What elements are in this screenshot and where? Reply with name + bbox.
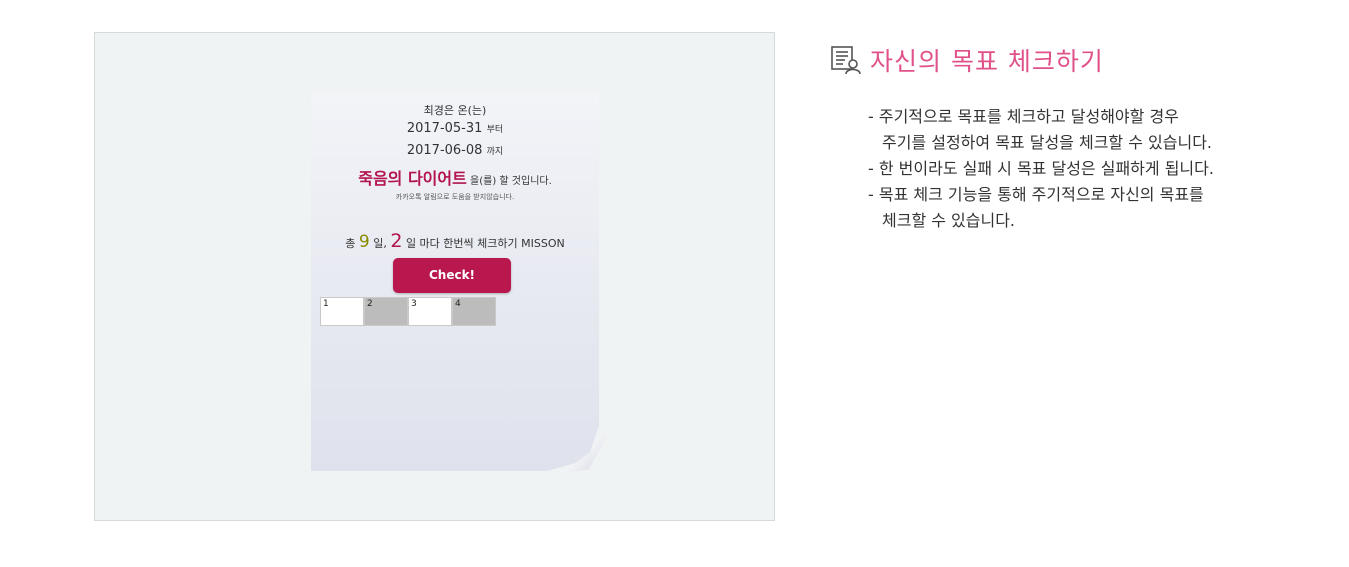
- diet-title: 죽음의 다이어트: [358, 169, 467, 188]
- check-cell[interactable]: 3: [408, 297, 452, 326]
- description-line: 주기를 설정하여 목표 달성을 체크할 수 있습니다.: [882, 133, 1213, 152]
- start-date-line: 2017-05-31 부터: [311, 121, 599, 136]
- kakao-notice: 카카오톡 알림으로 도움을 받지않습니다.: [395, 193, 515, 201]
- description-line: - 주기적으로 목표를 체크하고 달성해야할 경우: [868, 107, 1179, 126]
- total-days: 9: [358, 232, 370, 252]
- user-line: 최경은 온(는): [423, 104, 487, 117]
- check-grid: 1 2 3 4: [320, 297, 496, 326]
- section-header: 자신의 목표 체크하기: [830, 42, 1104, 78]
- diet-suffix: 을(를) 할 것입니다.: [470, 176, 552, 187]
- check-interval: 2: [390, 230, 403, 252]
- checklist-user-icon: [831, 46, 861, 75]
- mission-line: 총 9 일, 2 일 마다 한번씩 체크하기 MISSON: [311, 230, 599, 252]
- goal-paper: 최경은 온(는) 2017-05-31 부터 2017-06-08 까지 죽음의…: [311, 93, 599, 471]
- section-title: 자신의 목표 체크하기: [870, 47, 1104, 76]
- days-separator: 일,: [373, 237, 387, 250]
- end-suffix: 까지: [486, 147, 504, 157]
- description-line: - 목표 체크 기능을 통해 주기적으로 자신의 목표를: [868, 185, 1204, 204]
- start-suffix: 부터: [486, 125, 504, 135]
- end-date: 2017-06-08: [406, 143, 483, 158]
- preview-frame: 최경은 온(는) 2017-05-31 부터 2017-06-08 까지 죽음의…: [94, 32, 775, 521]
- diet-line: 죽음의 다이어트 을(를) 할 것입니다.: [311, 165, 599, 189]
- start-date: 2017-05-31: [406, 121, 483, 136]
- mission-suffix: 일 마다 한번씩 체크하기 MISSON: [405, 237, 565, 250]
- mission-prefix: 총: [345, 237, 356, 250]
- description-line: 체크할 수 있습니다.: [882, 211, 1016, 230]
- check-cell[interactable]: 2: [364, 297, 408, 326]
- check-cell[interactable]: 1: [320, 297, 364, 326]
- check-cell[interactable]: 4: [452, 297, 496, 326]
- end-date-line: 2017-06-08 까지: [311, 143, 599, 158]
- description-list: - 주기적으로 목표를 체크하고 달성해야할 경우 주기를 설정하여 목표 달성…: [868, 104, 1214, 234]
- description-line: - 한 번이라도 실패 시 목표 달성은 실패하게 됩니다.: [868, 159, 1214, 178]
- check-button[interactable]: Check!: [393, 258, 511, 293]
